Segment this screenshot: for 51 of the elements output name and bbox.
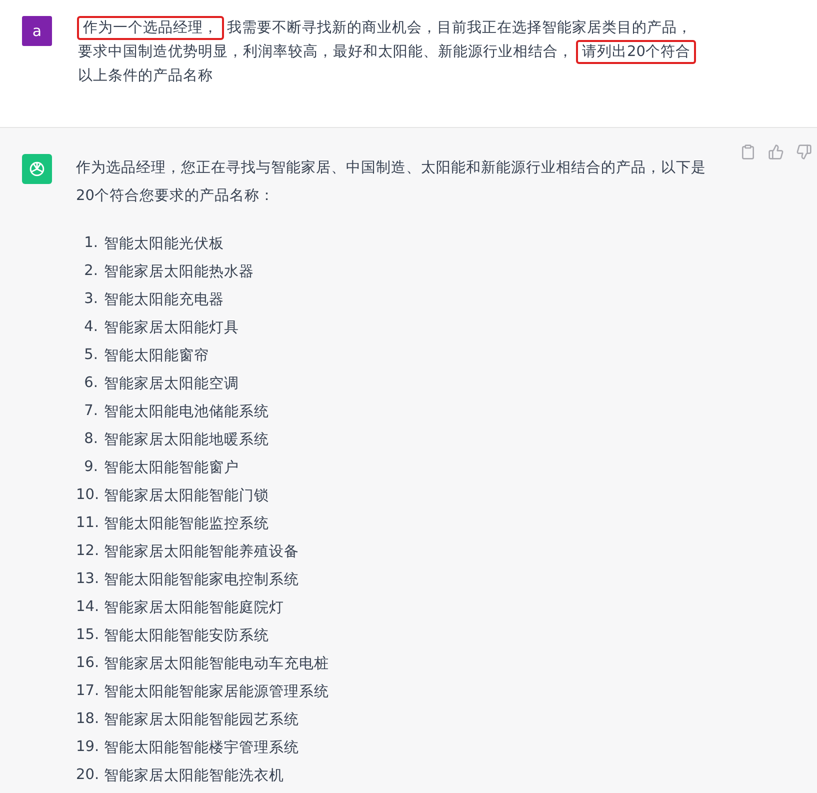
list-item-text: 智能家居太阳能智能园艺系统: [104, 710, 299, 728]
list-number: 6.: [83, 375, 98, 391]
thumbs-up-icon[interactable]: [768, 144, 784, 160]
list-number: 19.: [76, 739, 98, 755]
list-number: 2.: [83, 263, 98, 279]
message-text: 我需要不断寻找新的商业机会，目前我正在选择智能家居类目的产品，: [226, 18, 693, 38]
list-number: 5.: [83, 347, 98, 363]
list-item-text: 智能家居太阳能智能洗衣机: [104, 766, 284, 784]
user-avatar: a: [22, 16, 52, 46]
list-item-text: 智能太阳能智能家电控制系统: [104, 570, 299, 588]
list-number: 8.: [83, 431, 98, 447]
list-number: 9.: [83, 459, 98, 475]
list-item-text: 智能太阳能电池储能系统: [104, 402, 269, 420]
list-number: 15.: [76, 627, 98, 643]
list-item-text: 智能太阳能智能监控系统: [104, 514, 269, 532]
copy-icon[interactable]: [740, 144, 756, 160]
list-item-text: 智能家居太阳能热水器: [104, 262, 254, 280]
list-number: 18.: [76, 711, 98, 727]
list-number: 4.: [83, 319, 98, 335]
list-item-text: 智能家居太阳能空调: [104, 374, 239, 392]
thumbs-down-icon[interactable]: [796, 144, 812, 160]
response-text: 作为选品经理，您正在寻找与智能家居、中国制造、太阳能和新能源行业相结合的产品，以下是20个符合您要求的产品名称：: [76, 158, 706, 206]
assistant-logo-icon: [22, 154, 52, 184]
list-item-text: 智能家居太阳能智能门锁: [104, 486, 269, 504]
list-item-text: 智能家居太阳能智能电动车充电桩: [104, 654, 329, 672]
list-number: 3.: [83, 291, 98, 307]
list-item-text: 智能家居太阳能智能养殖设备: [104, 542, 299, 560]
highlighted-text: 作为一个选品经理，: [77, 16, 224, 40]
message-text: 要求中国制造优势明显，利润率较高，最好和太阳能、新能源行业相结合，: [77, 42, 574, 62]
list-item-text: 智能家居太阳能智能庭院灯: [104, 598, 284, 616]
list-number: 14.: [76, 599, 98, 615]
list-number: 1.: [83, 235, 98, 251]
highlighted-text: 请列出20个符合: [576, 40, 696, 64]
list-item-text: 智能家居太阳能灯具: [104, 318, 239, 336]
list-item-text: 智能家居太阳能地暖系统: [104, 430, 269, 448]
list-item-text: 智能太阳能智能楼宇管理系统: [104, 738, 299, 756]
list-number: 12.: [76, 543, 98, 559]
list-item-text: 智能太阳能窗帘: [104, 346, 209, 364]
list-number: 13.: [76, 571, 98, 587]
list-item-text: 智能太阳能光伏板: [104, 234, 224, 252]
message-text: 以上条件的产品名称: [77, 67, 214, 86]
list-number: 7.: [83, 403, 98, 419]
list-number: 17.: [76, 683, 98, 699]
list-number: 20.: [76, 767, 98, 783]
list-item-text: 智能太阳能充电器: [104, 290, 224, 308]
list-item-text: 智能太阳能智能家居能源管理系统: [104, 682, 329, 700]
list-number: 16.: [76, 655, 98, 671]
list-number: 10.: [76, 487, 98, 503]
list-item-text: 智能太阳能智能窗户: [104, 458, 239, 476]
list-number: 11.: [76, 515, 98, 531]
list-item-text: 智能太阳能智能安防系统: [104, 626, 269, 644]
